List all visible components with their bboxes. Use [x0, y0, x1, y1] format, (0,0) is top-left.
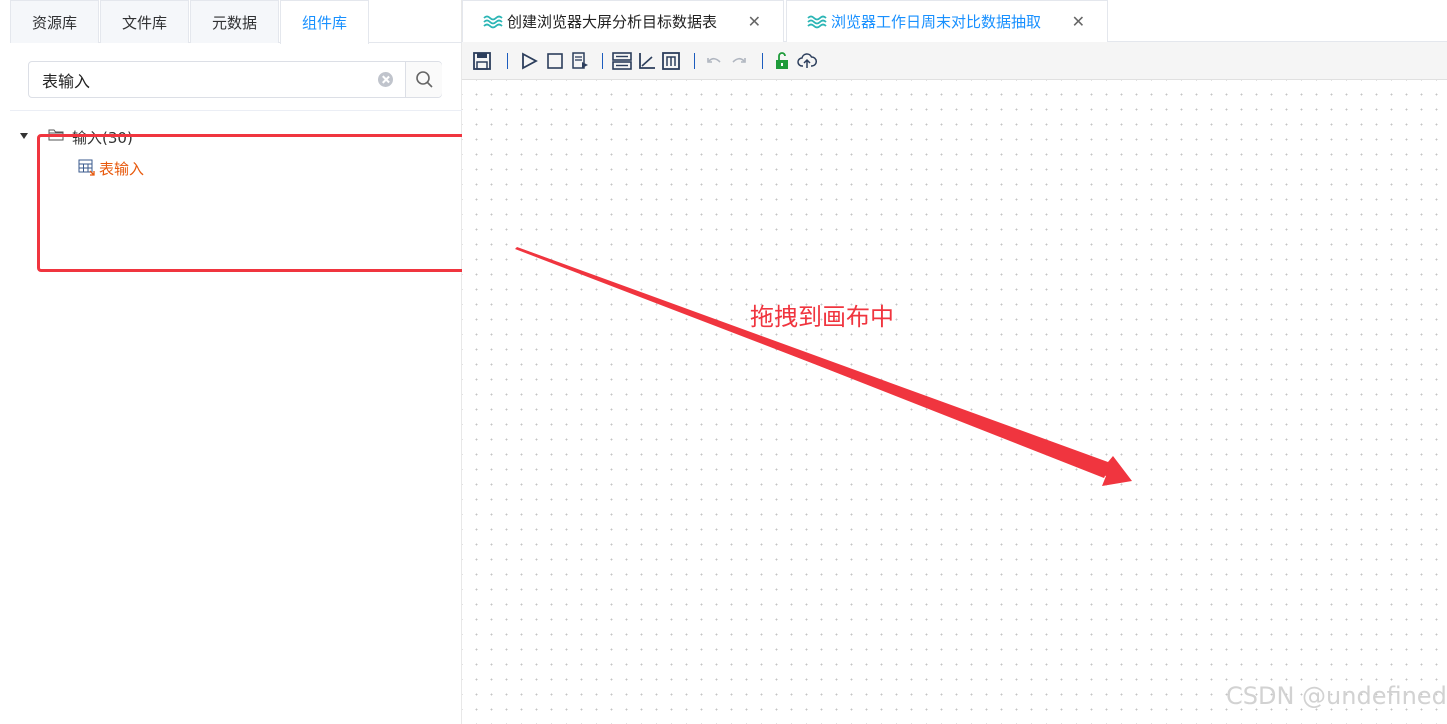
layout-icon	[612, 52, 632, 70]
upload-button[interactable]	[797, 51, 817, 71]
toolbar-divider	[762, 53, 763, 69]
save-icon	[473, 52, 491, 70]
file-tab-weekday-extract[interactable]: 浏览器工作日周末对比数据抽取 ✕	[786, 0, 1108, 42]
caret-down-icon[interactable]	[20, 133, 28, 139]
transform-icon	[807, 15, 827, 28]
undo-button[interactable]	[704, 51, 724, 71]
close-icon[interactable]: ✕	[748, 12, 761, 31]
toolbar-divider	[694, 53, 695, 69]
tab-resource-library[interactable]: 资源库	[10, 0, 99, 43]
clear-icon[interactable]	[378, 72, 393, 87]
component-panel: 资源库 文件库 元数据 组件库 输入(30) 表输入	[0, 0, 462, 724]
tree-folder-label[interactable]: 输入(30)	[72, 127, 133, 148]
align-icon	[639, 53, 655, 69]
undo-icon	[707, 57, 721, 63]
preview-icon	[572, 52, 588, 69]
save-button[interactable]	[472, 51, 492, 71]
toolbar-divider	[602, 53, 603, 69]
layout-button[interactable]	[612, 51, 632, 71]
redo-button[interactable]	[729, 51, 749, 71]
search-box	[28, 61, 442, 98]
file-tab-label: 浏览器工作日周末对比数据抽取	[831, 13, 1042, 31]
file-tab-label: 创建浏览器大屏分析目标数据表	[507, 13, 718, 31]
run-button[interactable]	[519, 51, 539, 71]
file-tab-create-table[interactable]: 创建浏览器大屏分析目标数据表 ✕	[462, 0, 784, 42]
search-input[interactable]	[29, 62, 379, 97]
close-icon[interactable]: ✕	[1072, 12, 1085, 31]
table-input-icon	[78, 159, 95, 176]
search-icon	[416, 71, 433, 88]
lock-button[interactable]	[772, 51, 792, 71]
folder-icon	[48, 129, 64, 141]
tab-metadata[interactable]: 元数据	[190, 0, 279, 43]
stop-icon	[547, 53, 563, 69]
lock-icon	[776, 52, 788, 69]
tree-item-table-input[interactable]: 表输入	[99, 158, 144, 179]
stop-button[interactable]	[545, 51, 565, 71]
search-button[interactable]	[405, 62, 442, 97]
metrics-icon	[662, 52, 680, 70]
upload-icon	[797, 53, 817, 68]
tab-file-library[interactable]: 文件库	[100, 0, 189, 43]
left-tab-bar: 资源库 文件库 元数据 组件库	[10, 0, 462, 44]
preview-button[interactable]	[570, 51, 590, 71]
watermark: CSDN @undefined	[1226, 682, 1447, 710]
metrics-button[interactable]	[661, 51, 681, 71]
toolbar-divider	[507, 53, 508, 69]
divider	[10, 110, 462, 111]
file-tab-bar: 创建浏览器大屏分析目标数据表 ✕ 浏览器工作日周末对比数据抽取 ✕	[462, 0, 1447, 42]
transform-icon	[483, 15, 503, 28]
drag-arrow	[515, 247, 1132, 486]
redo-icon	[732, 57, 746, 63]
run-icon	[522, 52, 538, 70]
tab-component-library[interactable]: 组件库	[280, 0, 369, 44]
toolbar	[462, 42, 1447, 80]
align-button[interactable]	[637, 51, 657, 71]
